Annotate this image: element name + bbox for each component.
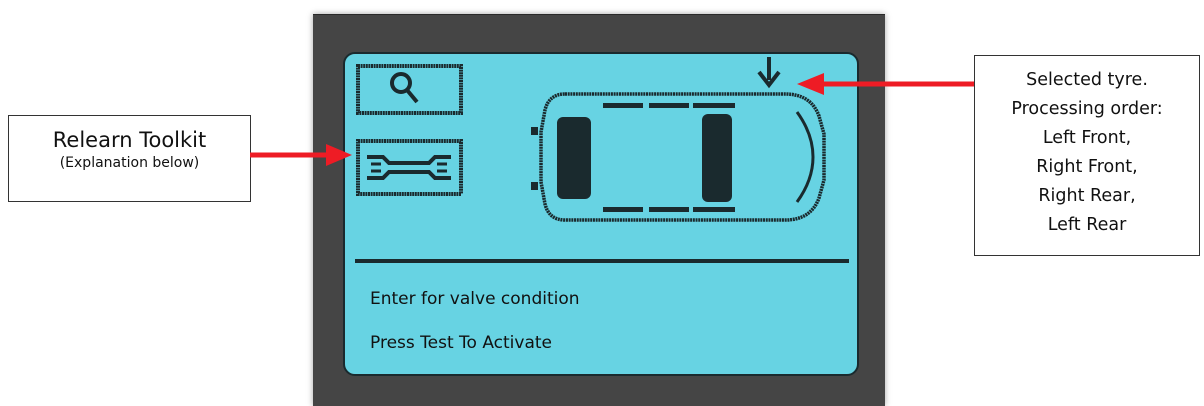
toolkit-arrow-icon [250,144,352,166]
callout-arrows [250,73,974,166]
selected-tyre-arrow-icon [797,73,974,95]
